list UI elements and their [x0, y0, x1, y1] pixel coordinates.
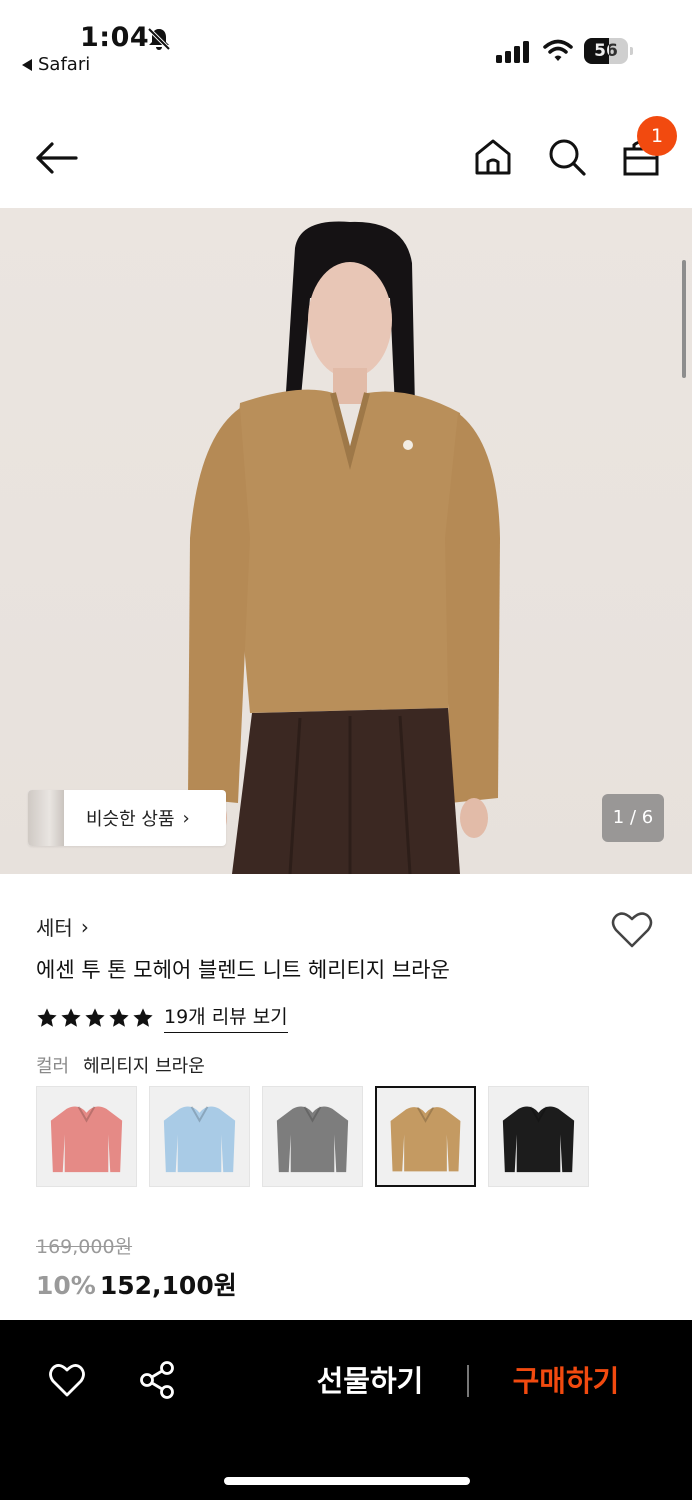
battery-icon: 56 — [584, 38, 634, 64]
star-icon — [37, 1007, 57, 1027]
cart-badge: 1 — [637, 116, 677, 156]
heart-icon[interactable] — [48, 1362, 86, 1398]
category-link[interactable]: 세터 › — [36, 912, 89, 941]
rating-row: 19개 리뷰 보기 — [36, 1002, 288, 1033]
status-bar: 1:04 Safari 56 — [0, 0, 692, 90]
action-divider — [467, 1365, 469, 1397]
color-swatch[interactable] — [36, 1086, 137, 1187]
gift-button[interactable]: 선물하기 — [300, 1358, 440, 1404]
review-link[interactable]: 19개 리뷰 보기 — [164, 1002, 288, 1033]
rating-stars — [36, 1007, 154, 1029]
search-icon[interactable] — [546, 136, 588, 178]
sale-price: 152,100원 — [99, 1271, 237, 1300]
color-label: 컬러 — [36, 1056, 70, 1077]
home-icon[interactable] — [472, 136, 514, 178]
similar-thumbnail — [28, 790, 64, 846]
color-swatch[interactable] — [488, 1086, 589, 1187]
sweater-thumbnail — [390, 1106, 461, 1172]
category-label: 세터 — [36, 916, 73, 940]
battery-text: 56 — [594, 41, 618, 61]
top-nav — [0, 110, 692, 206]
signal-icon — [496, 41, 529, 63]
bottom-action-bar — [0, 1320, 692, 1500]
share-icon[interactable] — [138, 1360, 176, 1400]
sweater-thumbnail — [163, 1106, 236, 1173]
discount-rate: 10% — [36, 1271, 96, 1300]
product-image[interactable] — [0, 208, 692, 874]
bell-slash-icon — [147, 27, 171, 51]
wishlist-heart-icon[interactable] — [610, 910, 654, 950]
buy-button[interactable]: 구매하기 — [496, 1358, 636, 1404]
color-swatch[interactable] — [149, 1086, 250, 1187]
similar-products-label: 비슷한 상품 — [86, 809, 175, 830]
back-arrow-icon[interactable] — [32, 136, 80, 180]
back-app-label: Safari — [38, 54, 91, 75]
page-counter: 1 / 6 — [602, 794, 664, 842]
color-swatches — [36, 1086, 589, 1187]
sweater-thumbnail — [502, 1106, 575, 1173]
wifi-icon — [543, 39, 573, 61]
product-photo — [188, 221, 500, 874]
star-icon — [61, 1007, 81, 1027]
original-price: 169,000원 — [36, 1236, 133, 1258]
scroll-indicator[interactable] — [682, 260, 686, 378]
status-time: 1:04 — [80, 22, 150, 53]
color-swatch[interactable] — [262, 1086, 363, 1187]
star-icon — [109, 1007, 129, 1027]
color-swatch[interactable] — [375, 1086, 476, 1187]
product-title: 에센 투 톤 모헤어 블렌드 니트 헤리티지 브라운 — [36, 958, 450, 982]
color-value: 헤리티지 브라운 — [83, 1056, 205, 1077]
sweater-thumbnail — [50, 1106, 123, 1173]
price-row: 10% 152,100원 — [36, 1266, 237, 1302]
back-to-safari[interactable]: Safari — [22, 54, 90, 75]
home-indicator[interactable] — [224, 1477, 470, 1485]
similar-products-button[interactable]: 비슷한 상품 › — [28, 790, 226, 846]
chevron-right-icon: › — [80, 914, 89, 939]
star-icon — [85, 1007, 105, 1027]
color-row: 컬러 헤리티지 브라운 — [36, 1052, 205, 1078]
sweater-thumbnail — [276, 1106, 349, 1173]
chevron-right-icon: › — [182, 807, 190, 829]
star-icon — [133, 1007, 153, 1027]
back-triangle-icon — [22, 58, 32, 71]
